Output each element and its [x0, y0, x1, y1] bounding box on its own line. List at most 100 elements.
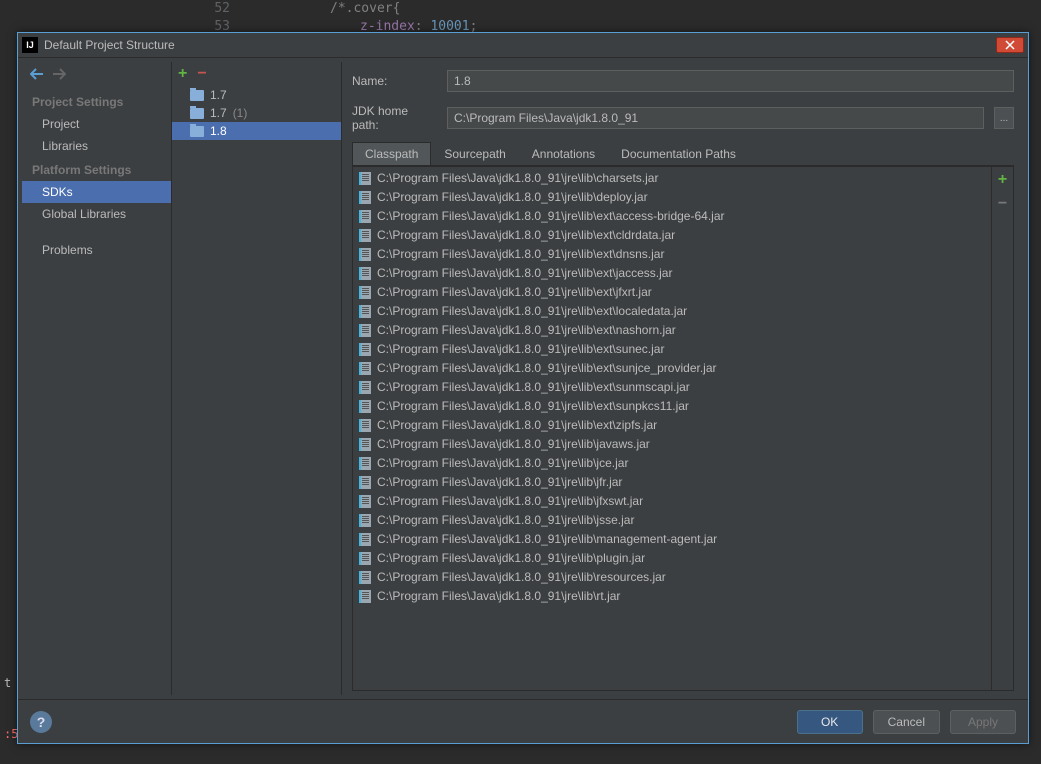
jar-icon — [359, 495, 371, 508]
jar-icon — [359, 457, 371, 470]
classpath-list[interactable]: C:\Program Files\Java\jdk1.8.0_91\jre\li… — [353, 167, 991, 690]
classpath-item-path: C:\Program Files\Java\jdk1.8.0_91\jre\li… — [377, 189, 648, 206]
classpath-item-path: C:\Program Files\Java\jdk1.8.0_91\jre\li… — [377, 550, 645, 567]
classpath-item[interactable]: C:\Program Files\Java\jdk1.8.0_91\jre\li… — [353, 226, 991, 245]
classpath-item[interactable]: C:\Program Files\Java\jdk1.8.0_91\jre\li… — [353, 169, 991, 188]
sidebar: Project Settings Project Libraries Platf… — [22, 62, 172, 695]
dialog-title: Default Project Structure — [44, 38, 175, 52]
help-button[interactable]: ? — [30, 711, 52, 733]
classpath-item[interactable]: C:\Program Files\Java\jdk1.8.0_91\jre\li… — [353, 511, 991, 530]
nav-back-icon[interactable] — [30, 68, 44, 83]
classpath-item-path: C:\Program Files\Java\jdk1.8.0_91\jre\li… — [377, 512, 634, 529]
classpath-item[interactable]: C:\Program Files\Java\jdk1.8.0_91\jre\li… — [353, 188, 991, 207]
line-number: 52 — [200, 0, 230, 18]
classpath-item[interactable]: C:\Program Files\Java\jdk1.8.0_91\jre\li… — [353, 340, 991, 359]
sdk-item[interactable]: 1.7 — [172, 86, 341, 104]
classpath-item[interactable]: C:\Program Files\Java\jdk1.8.0_91\jre\li… — [353, 473, 991, 492]
jar-icon — [359, 305, 371, 318]
jar-icon — [359, 571, 371, 584]
sdk-item-suffix: (1) — [233, 106, 248, 120]
classpath-item[interactable]: C:\Program Files\Java\jdk1.8.0_91\jre\li… — [353, 207, 991, 226]
jar-icon — [359, 191, 371, 204]
sidebar-item-libraries[interactable]: Libraries — [22, 135, 171, 157]
classpath-item-path: C:\Program Files\Java\jdk1.8.0_91\jre\li… — [377, 588, 620, 605]
classpath-item-path: C:\Program Files\Java\jdk1.8.0_91\jre\li… — [377, 246, 664, 263]
jar-icon — [359, 381, 371, 394]
classpath-item-path: C:\Program Files\Java\jdk1.8.0_91\jre\li… — [377, 455, 628, 472]
remove-sdk-button[interactable]: − — [197, 65, 206, 83]
classpath-item[interactable]: C:\Program Files\Java\jdk1.8.0_91\jre\li… — [353, 454, 991, 473]
nav-forward-icon[interactable] — [52, 68, 66, 83]
classpath-item[interactable]: C:\Program Files\Java\jdk1.8.0_91\jre\li… — [353, 321, 991, 340]
classpath-item-path: C:\Program Files\Java\jdk1.8.0_91\jre\li… — [377, 322, 676, 339]
classpath-item[interactable]: C:\Program Files\Java\jdk1.8.0_91\jre\li… — [353, 283, 991, 302]
add-sdk-button[interactable]: + — [178, 65, 187, 83]
add-classpath-button[interactable]: + — [998, 171, 1007, 189]
sidebar-item-global-libraries[interactable]: Global Libraries — [22, 203, 171, 225]
classpath-item[interactable]: C:\Program Files\Java\jdk1.8.0_91\jre\li… — [353, 530, 991, 549]
classpath-item[interactable]: C:\Program Files\Java\jdk1.8.0_91\jre\li… — [353, 416, 991, 435]
jar-icon — [359, 343, 371, 356]
jar-icon — [359, 533, 371, 546]
jar-icon — [359, 362, 371, 375]
jar-icon — [359, 248, 371, 261]
sdk-item-label: 1.7 — [210, 106, 227, 120]
ok-button[interactable]: OK — [797, 710, 863, 734]
sdk-item-label: 1.7 — [210, 88, 227, 102]
sidebar-item-sdks[interactable]: SDKs — [22, 181, 171, 203]
titlebar: IJ Default Project Structure — [18, 33, 1028, 58]
classpath-item-path: C:\Program Files\Java\jdk1.8.0_91\jre\li… — [377, 227, 675, 244]
close-button[interactable] — [996, 37, 1024, 53]
project-structure-dialog: IJ Default Project Structure Project Set… — [17, 32, 1029, 744]
classpath-item[interactable]: C:\Program Files\Java\jdk1.8.0_91\jre\li… — [353, 359, 991, 378]
classpath-item-path: C:\Program Files\Java\jdk1.8.0_91\jre\li… — [377, 531, 717, 548]
name-input[interactable] — [447, 70, 1014, 92]
classpath-item[interactable]: C:\Program Files\Java\jdk1.8.0_91\jre\li… — [353, 492, 991, 511]
classpath-item[interactable]: C:\Program Files\Java\jdk1.8.0_91\jre\li… — [353, 587, 991, 606]
jar-icon — [359, 267, 371, 280]
classpath-item[interactable]: C:\Program Files\Java\jdk1.8.0_91\jre\li… — [353, 397, 991, 416]
cancel-button[interactable]: Cancel — [873, 710, 940, 734]
classpath-item[interactable]: C:\Program Files\Java\jdk1.8.0_91\jre\li… — [353, 568, 991, 587]
classpath-item-path: C:\Program Files\Java\jdk1.8.0_91\jre\li… — [377, 474, 622, 491]
sidebar-item-project[interactable]: Project — [22, 113, 171, 135]
classpath-item[interactable]: C:\Program Files\Java\jdk1.8.0_91\jre\li… — [353, 378, 991, 397]
classpath-item-path: C:\Program Files\Java\jdk1.8.0_91\jre\li… — [377, 379, 690, 396]
dialog-footer: ? OK Cancel Apply — [18, 699, 1028, 743]
classpath-item-path: C:\Program Files\Java\jdk1.8.0_91\jre\li… — [377, 170, 658, 187]
app-icon: IJ — [22, 37, 38, 53]
browse-button[interactable]: ... — [994, 107, 1014, 129]
apply-button[interactable]: Apply — [950, 710, 1016, 734]
code-text: /*.cover{ — [330, 1, 400, 16]
classpath-item[interactable]: C:\Program Files\Java\jdk1.8.0_91\jre\li… — [353, 264, 991, 283]
sdk-list-panel: + − 1.71.7 (1)1.8 — [172, 62, 342, 695]
tab-classpath[interactable]: Classpath — [352, 142, 431, 165]
tab-sourcepath[interactable]: Sourcepath — [431, 142, 518, 165]
classpath-item-path: C:\Program Files\Java\jdk1.8.0_91\jre\li… — [377, 569, 666, 586]
sidebar-item-problems[interactable]: Problems — [22, 239, 171, 261]
sdk-item[interactable]: 1.8 — [172, 122, 341, 140]
classpath-item-path: C:\Program Files\Java\jdk1.8.0_91\jre\li… — [377, 284, 652, 301]
jar-icon — [359, 229, 371, 242]
jar-icon — [359, 552, 371, 565]
folder-icon — [190, 108, 204, 119]
classpath-item[interactable]: C:\Program Files\Java\jdk1.8.0_91\jre\li… — [353, 302, 991, 321]
jar-icon — [359, 172, 371, 185]
classpath-item[interactable]: C:\Program Files\Java\jdk1.8.0_91\jre\li… — [353, 549, 991, 568]
tabs: Classpath Sourcepath Annotations Documen… — [352, 142, 1014, 166]
tab-documentation-paths[interactable]: Documentation Paths — [608, 142, 749, 165]
jar-icon — [359, 514, 371, 527]
tab-annotations[interactable]: Annotations — [519, 142, 608, 165]
name-label: Name: — [352, 74, 437, 88]
sdk-item[interactable]: 1.7 (1) — [172, 104, 341, 122]
remove-classpath-button[interactable]: − — [998, 195, 1007, 213]
classpath-item-path: C:\Program Files\Java\jdk1.8.0_91\jre\li… — [377, 398, 689, 415]
classpath-item-path: C:\Program Files\Java\jdk1.8.0_91\jre\li… — [377, 493, 643, 510]
sidebar-section-project-settings: Project Settings — [22, 89, 171, 113]
classpath-item[interactable]: C:\Program Files\Java\jdk1.8.0_91\jre\li… — [353, 435, 991, 454]
jdk-home-label: JDK home path: — [352, 104, 437, 132]
folder-icon — [190, 126, 204, 137]
jdk-home-input[interactable] — [447, 107, 984, 129]
classpath-item[interactable]: C:\Program Files\Java\jdk1.8.0_91\jre\li… — [353, 245, 991, 264]
classpath-item-path: C:\Program Files\Java\jdk1.8.0_91\jre\li… — [377, 417, 657, 434]
